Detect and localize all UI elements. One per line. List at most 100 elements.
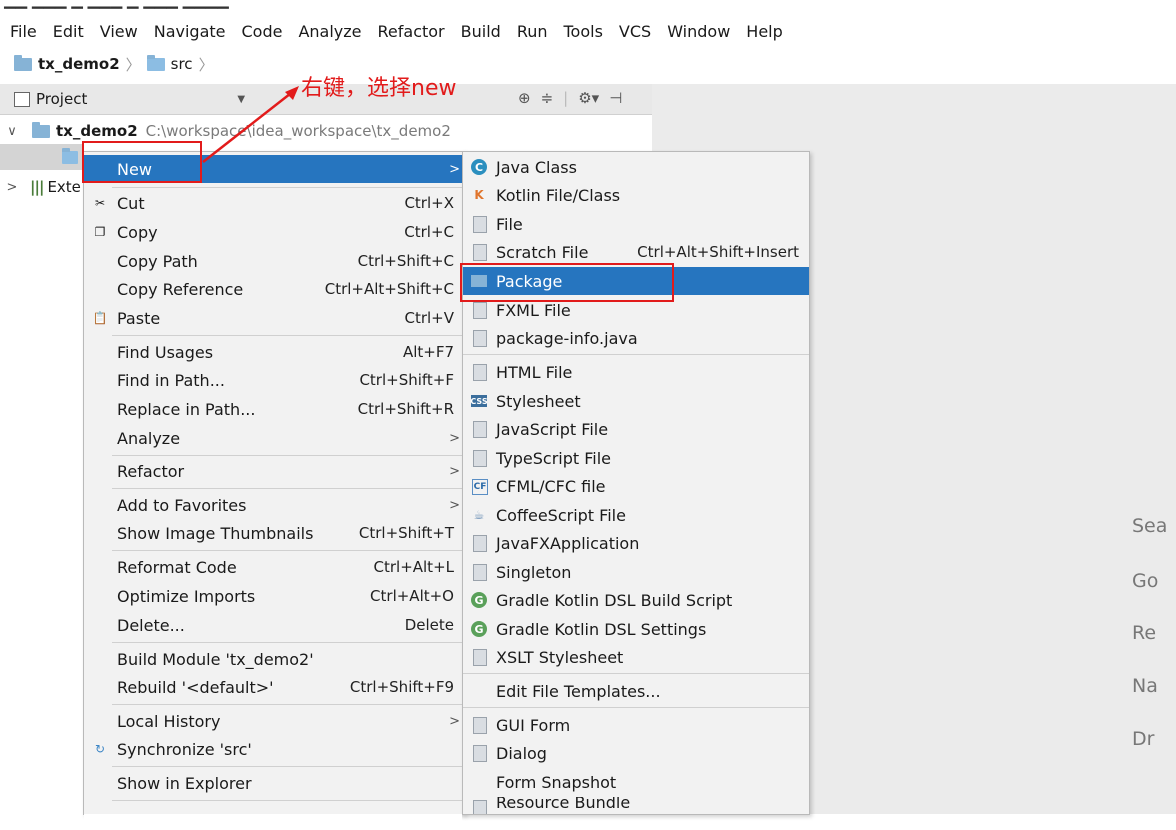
menu-separator	[463, 354, 809, 355]
menu-item-analyze[interactable]: Analyze >	[84, 424, 464, 452]
submenu-item-kotlin[interactable]: K Kotlin File/Class	[463, 181, 809, 209]
external-libraries-label: Exte	[47, 178, 81, 196]
submenu-item-file[interactable]: File	[463, 210, 809, 238]
menu-separator	[112, 550, 464, 551]
menu-item-rebuild[interactable]: Rebuild '<default>' Ctrl+Shift+F9	[84, 673, 464, 701]
paste-icon: 📋	[92, 311, 108, 325]
java-class-icon: C	[471, 159, 487, 175]
menu-separator	[463, 707, 809, 708]
locate-icon[interactable]: ⊕	[518, 89, 531, 107]
breadcrumb-project-label: tx_demo2	[38, 55, 120, 73]
menu-refactor[interactable]: Refactor	[370, 22, 453, 41]
collapse-all-icon[interactable]: ≑	[541, 89, 554, 107]
menu-separator	[463, 673, 809, 674]
submenu-item-typescript[interactable]: TypeScript File	[463, 444, 809, 472]
menu-item-optimize-imports[interactable]: Optimize Imports Ctrl+Alt+O	[84, 582, 464, 610]
menu-item-show-in-explorer[interactable]: Show in Explorer	[84, 769, 464, 797]
resource-bundle-icon	[473, 800, 487, 814]
kotlin-icon: K	[474, 188, 484, 202]
breadcrumb-project[interactable]: tx_demo2	[14, 54, 120, 73]
menu-item-find-in-path[interactable]: Find in Path... Ctrl+Shift+F	[84, 366, 464, 394]
copy-icon: ❐	[94, 225, 106, 239]
menu-item-replace-in-path[interactable]: Replace in Path... Ctrl+Shift+R	[84, 395, 464, 423]
menu-item-copy[interactable]: ❐ Copy Ctrl+C	[84, 218, 464, 246]
submenu-item-stylesheet[interactable]: CSS Stylesheet	[463, 387, 809, 415]
menu-code[interactable]: Code	[234, 22, 291, 41]
toolbar-divider: |	[563, 89, 569, 107]
chevron-right-icon[interactable]: >	[4, 180, 20, 195]
menu-item-add-to-favorites[interactable]: Add to Favorites >	[84, 491, 464, 519]
menu-item-delete[interactable]: Delete... Delete	[84, 611, 464, 639]
hide-panel-icon[interactable]: ⊣	[609, 89, 622, 107]
menu-view[interactable]: View	[92, 22, 146, 41]
menu-run[interactable]: Run	[509, 22, 556, 41]
project-panel-title[interactable]: Project	[36, 90, 87, 108]
submenu-arrow-icon: >	[449, 161, 460, 177]
menu-item-build-module[interactable]: Build Module 'tx_demo2'	[84, 645, 464, 673]
gradle-icon: G	[471, 592, 487, 608]
sync-icon: ↻	[94, 742, 106, 756]
gear-icon[interactable]: ⚙▾	[578, 89, 599, 107]
submenu-item-singleton[interactable]: Singleton	[463, 558, 809, 586]
src-folder-icon	[146, 54, 165, 71]
menu-item-synchronize[interactable]: ↻ Synchronize 'src'	[84, 735, 464, 763]
submenu-item-gui-form[interactable]: GUI Form	[463, 711, 809, 739]
menu-build[interactable]: Build	[453, 22, 509, 41]
submenu-item-javascript[interactable]: JavaScript File	[463, 415, 809, 443]
html-icon	[473, 364, 487, 381]
menu-vcs[interactable]: VCS	[611, 22, 659, 41]
menu-separator	[112, 335, 464, 336]
annotation-arrow-icon	[202, 86, 299, 163]
menu-item-reformat-code[interactable]: Reformat Code Ctrl+Alt+L	[84, 553, 464, 581]
new-submenu: C Java Class K Kotlin File/Class File Sc…	[462, 151, 810, 815]
breadcrumb-src[interactable]: src	[146, 54, 193, 73]
menu-tools[interactable]: Tools	[556, 22, 611, 41]
menu-separator	[112, 704, 464, 705]
menu-item-show-image-thumbnails[interactable]: Show Image Thumbnails Ctrl+Shift+T	[84, 519, 464, 547]
submenu-item-xslt[interactable]: XSLT Stylesheet	[463, 643, 809, 671]
menu-bar: File Edit View Navigate Code Analyze Ref…	[0, 15, 1176, 47]
submenu-item-java-class[interactable]: C Java Class	[463, 153, 809, 181]
submenu-item-cfml[interactable]: CF CFML/CFC file	[463, 472, 809, 500]
submenu-item-dialog[interactable]: Dialog	[463, 739, 809, 767]
submenu-item-javafx[interactable]: JavaFXApplication	[463, 529, 809, 557]
menu-help[interactable]: Help	[738, 22, 790, 41]
css-icon: CSS	[470, 395, 488, 407]
menu-file[interactable]: File	[0, 22, 45, 41]
menu-window[interactable]: Window	[659, 22, 738, 41]
submenu-arrow-icon: >	[449, 713, 460, 729]
tree-external-libraries-row[interactable]: > ||| Exte	[4, 174, 81, 200]
submenu-item-coffeescript[interactable]: ☕ CoffeeScript File	[463, 501, 809, 529]
menu-item-local-history[interactable]: Local History >	[84, 707, 464, 735]
submenu-item-gradle-build-script[interactable]: G Gradle Kotlin DSL Build Script	[463, 586, 809, 614]
project-folder-icon	[14, 54, 32, 71]
submenu-item-form-snapshot[interactable]: Form Snapshot	[463, 768, 809, 796]
menu-item-find-usages[interactable]: Find Usages Alt+F7	[84, 338, 464, 366]
chevron-down-icon[interactable]: ∨	[4, 124, 20, 139]
window-title-strip: ▁▁ ▁▁▁ ▁ ▁▁▁ ▁ ▁▁▁ ▁▁▁▁	[0, 0, 1176, 14]
context-menu: New > ✂ Cut Ctrl+X ❐ Copy Ctrl+C Copy Pa…	[83, 151, 465, 815]
editor-hint-3: Re	[1132, 622, 1157, 644]
scissors-icon: ✂	[94, 196, 106, 210]
submenu-item-resource-bundle[interactable]: Resource Bundle	[463, 797, 809, 814]
menu-item-cut[interactable]: ✂ Cut Ctrl+X	[84, 189, 464, 217]
submenu-item-gradle-settings[interactable]: G Gradle Kotlin DSL Settings	[463, 615, 809, 643]
menu-item-copy-reference[interactable]: Copy Reference Ctrl+Alt+Shift+C	[84, 275, 464, 303]
xslt-icon	[473, 649, 487, 666]
submenu-item-edit-file-templates[interactable]: Edit File Templates...	[463, 677, 809, 705]
menu-item-paste[interactable]: 📋 Paste Ctrl+V	[84, 304, 464, 332]
menu-analyze[interactable]: Analyze	[290, 22, 369, 41]
javafx-icon	[473, 535, 487, 552]
menu-item-refactor[interactable]: Refactor >	[84, 457, 464, 485]
submenu-item-html[interactable]: HTML File	[463, 358, 809, 386]
libraries-icon: |||	[30, 178, 44, 196]
submenu-item-scratch-file[interactable]: Scratch File Ctrl+Alt+Shift+Insert	[463, 238, 809, 266]
submenu-item-package-info[interactable]: package-info.java	[463, 324, 809, 352]
annotation-box-package	[460, 263, 674, 302]
editor-hint-4: Na	[1132, 675, 1158, 697]
menu-edit[interactable]: Edit	[45, 22, 92, 41]
menu-item-copy-path[interactable]: Copy Path Ctrl+Shift+C	[84, 247, 464, 275]
tree-src-row-selected[interactable]	[0, 144, 84, 170]
menu-navigate[interactable]: Navigate	[146, 22, 234, 41]
src-folder-icon	[62, 147, 78, 164]
